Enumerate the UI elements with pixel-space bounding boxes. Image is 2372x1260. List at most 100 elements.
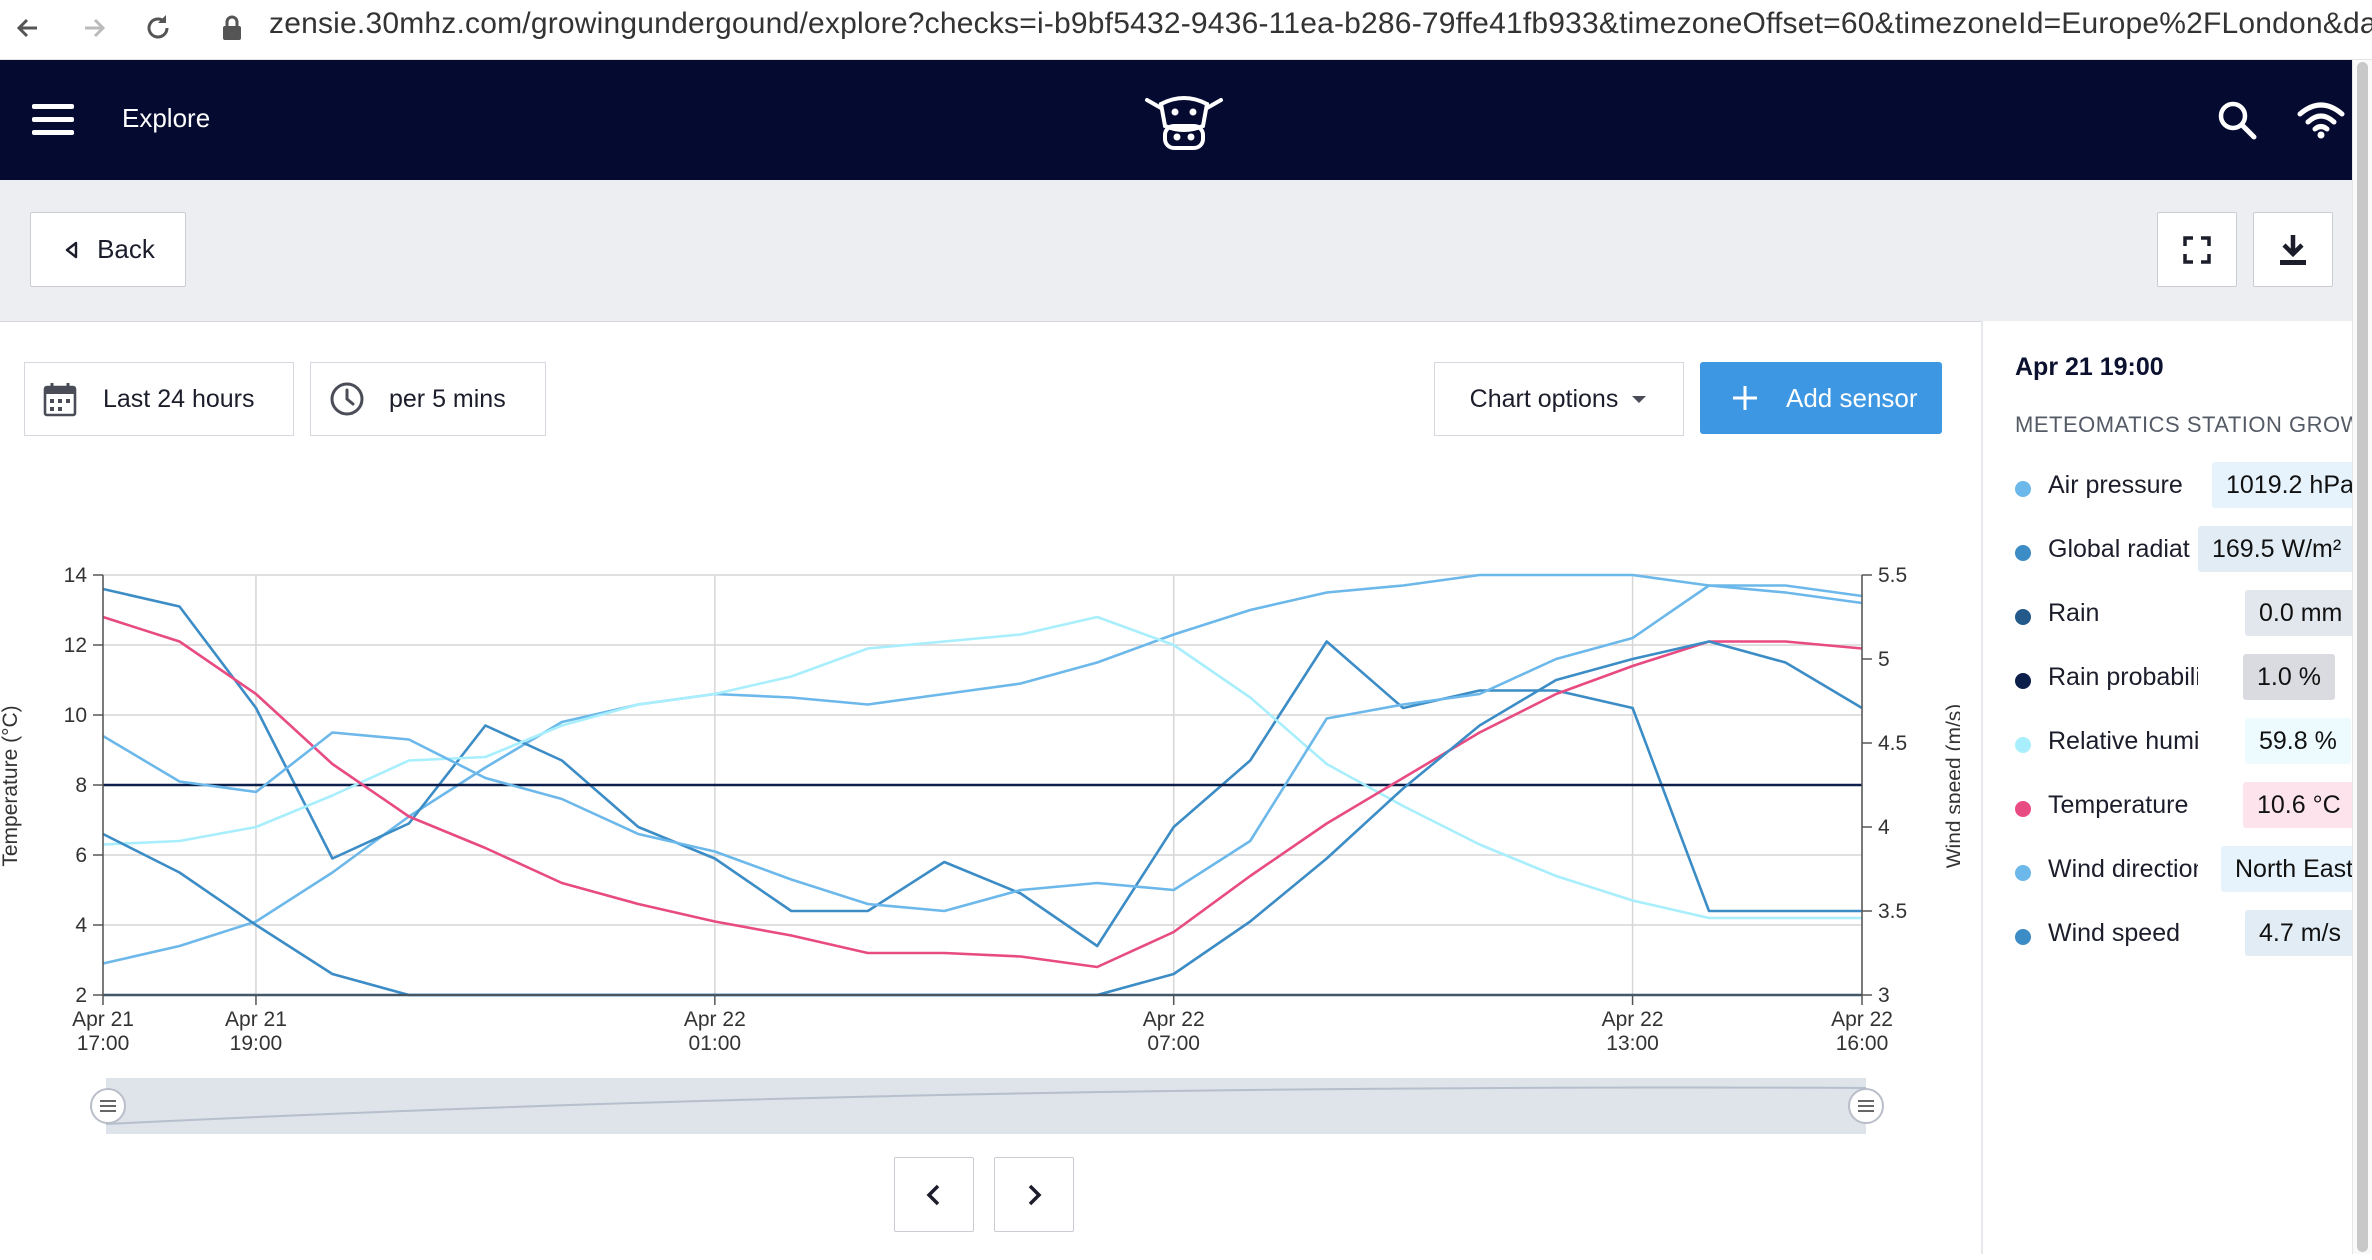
legend-item-label: Air pressure: [2048, 471, 2183, 499]
series-color-dot: [2015, 801, 2031, 817]
legend-item[interactable]: Relative humidity 59.8 %: [1983, 715, 2372, 767]
fullscreen-icon: [2183, 235, 2211, 264]
clock-icon: [330, 382, 364, 416]
y-right-tick-label: 3.5: [1878, 900, 1907, 923]
series-color-dot: [2015, 737, 2031, 753]
legend-item-label: Relative humidity: [2048, 727, 2198, 755]
series-color-dot: [2015, 865, 2031, 881]
toolbar: Back: [0, 180, 2372, 322]
series-line-air-pressure[interactable]: [102, 573, 1863, 965]
chevron-left-icon: [926, 1184, 940, 1205]
legend-item[interactable]: Air pressure 1019.2 hPa: [1983, 459, 2372, 511]
navigator-left-handle-icon[interactable]: [90, 1088, 126, 1124]
page-scrollbar[interactable]: [2352, 60, 2372, 1254]
series-line-relative-humidity[interactable]: [102, 615, 1862, 920]
legend-item-label: Wind speed: [2048, 919, 2181, 947]
previous-period-button[interactable]: [894, 1157, 974, 1232]
y-left-tick-label: 8: [75, 774, 87, 797]
add-sensor-label: Add sensor: [1786, 382, 1918, 413]
page-title: Explore: [122, 103, 211, 133]
range-navigator[interactable]: [90, 1078, 1884, 1134]
search-icon[interactable]: [2217, 100, 2257, 145]
y-right-tick-label: 4: [1878, 816, 1890, 839]
wifi-icon[interactable]: [2297, 100, 2345, 145]
y-left-tick-label: 6: [75, 844, 87, 867]
calendar-icon: [43, 383, 77, 417]
x-tick-label-date: Apr 22: [1602, 1008, 1664, 1031]
app-header: Explore: [0, 60, 2372, 180]
fullscreen-button[interactable]: [2157, 212, 2237, 287]
legend-item[interactable]: Wind speed 4.7 m/s: [1983, 907, 2372, 959]
hover-timestamp: Apr 21 19:00: [2015, 353, 2164, 381]
series-color-dot: [2015, 609, 2031, 625]
y-right-tick-label: 4.5: [1878, 732, 1907, 755]
address-bar[interactable]: zensie.30mhz.com/growingundergound/explo…: [269, 2, 2372, 46]
x-tick-label-time: 19:00: [230, 1032, 283, 1055]
add-sensor-button[interactable]: Add sensor: [1700, 362, 1942, 434]
y-right-tick-label: 5.5: [1878, 564, 1907, 587]
x-tick-label-date: Apr 22: [684, 1008, 746, 1031]
legend-item[interactable]: Rain probability 1.0 %: [1983, 651, 2372, 703]
legend-item-value: 0.0 mm: [2245, 590, 2357, 636]
x-tick-label-time: 16:00: [1836, 1032, 1889, 1055]
series-color-dot: [2015, 929, 2031, 945]
legend-item-value: 1.0 %: [2243, 654, 2335, 700]
station-name: METEOMATICS STATION GROW…: [2015, 412, 2370, 437]
series-color-dot: [2015, 545, 2031, 561]
series-line-global-radiation[interactable]: [102, 587, 1862, 948]
triangle-left-icon: [65, 241, 78, 258]
download-icon: [2280, 234, 2306, 265]
browser-reload-icon[interactable]: [136, 6, 180, 50]
legend-item-value: North East: [2221, 846, 2368, 892]
download-button[interactable]: [2253, 212, 2333, 287]
chart-options-label: Chart options: [1469, 384, 1619, 413]
series-color-dot: [2015, 673, 2031, 689]
legend-item-label: Rain probability: [2048, 663, 2198, 691]
chart-options-dropdown[interactable]: Chart options: [1434, 362, 1684, 436]
y-left-tick-label: 2: [75, 984, 87, 1007]
chart-series: [102, 573, 1863, 997]
y-left-tick-label: 12: [64, 634, 87, 657]
series-line-wind-speed[interactable]: [102, 640, 1863, 997]
x-tick-label-time: 07:00: [1147, 1032, 1200, 1055]
date-range-label: Last 24 hours: [103, 384, 255, 413]
back-button[interactable]: Back: [30, 212, 186, 287]
legend-item-value: 1019.2 hPa: [2212, 462, 2368, 508]
legend-item[interactable]: Wind direction North East: [1983, 843, 2372, 895]
next-period-button[interactable]: [994, 1157, 1074, 1232]
line-chart: 246810121433.544.555.5Apr 2117:00Apr 211…: [0, 564, 1960, 1134]
date-range-selector[interactable]: Last 24 hours: [24, 362, 294, 436]
y-axis-right-label: Wind speed (m/s): [1943, 704, 1960, 869]
navigator-right-handle-icon[interactable]: [1848, 1088, 1884, 1124]
browser-back-icon[interactable]: [6, 6, 50, 50]
back-button-label: Back: [97, 234, 155, 264]
cow-logo-icon[interactable]: [1143, 86, 1225, 157]
browser-forward-icon[interactable]: [72, 6, 116, 50]
legend-item[interactable]: Rain 0.0 mm: [1983, 587, 2372, 639]
y-axis-left-label: Temperature (°C): [0, 705, 22, 866]
x-tick-label-time: 13:00: [1606, 1032, 1659, 1055]
series-line-wind-direction[interactable]: [102, 584, 1863, 913]
legend-item-label: Global radiat: [2048, 535, 2190, 563]
legend-item-value: 4.7 m/s: [2245, 910, 2355, 956]
legend-item-value: 169.5 W/m²: [2198, 526, 2356, 572]
x-tick-label-date: Apr 21: [225, 1008, 287, 1031]
legend-item-value: 59.8 %: [2245, 718, 2351, 764]
browser-toolbar: zensie.30mhz.com/growingundergound/explo…: [0, 0, 2372, 60]
series-color-dot: [2015, 481, 2031, 497]
chevron-right-icon: [1028, 1184, 1042, 1205]
y-left-tick-label: 14: [64, 564, 88, 587]
legend-item-label: Wind direction: [2048, 855, 2198, 883]
sensor-values-panel: Apr 21 19:00 METEOMATICS STATION GROW… A…: [1981, 321, 2372, 1254]
legend-item-label: Rain: [2048, 599, 2100, 627]
hamburger-menu-icon[interactable]: [30, 100, 78, 140]
x-tick-label-date: Apr 22: [1143, 1008, 1205, 1031]
y-right-tick-label: 3: [1878, 984, 1890, 1007]
x-tick-label-time: 17:00: [77, 1032, 130, 1055]
y-right-tick-label: 5: [1878, 648, 1890, 671]
y-left-tick-label: 10: [64, 704, 87, 727]
interval-selector[interactable]: per 5 mins: [310, 362, 546, 436]
scrollbar-thumb[interactable]: [2357, 62, 2368, 1252]
legend-item[interactable]: Global radiat 169.5 W/m²: [1983, 523, 2372, 575]
legend-item[interactable]: Temperature 10.6 °C: [1983, 779, 2372, 831]
